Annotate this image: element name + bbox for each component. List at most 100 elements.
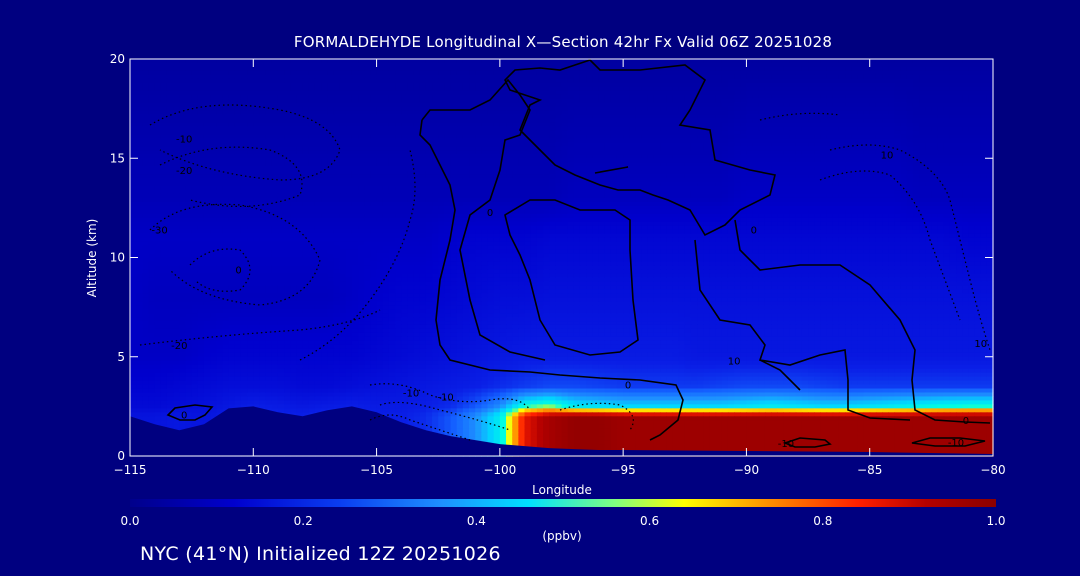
- heat-cell: [690, 62, 698, 68]
- heat-cell: [635, 178, 643, 183]
- heat-cell: [345, 193, 353, 199]
- heat-cell: [906, 62, 914, 68]
- heat-cell: [148, 90, 156, 96]
- heat-cell: [752, 154, 760, 159]
- heat-cell: [259, 106, 267, 112]
- heat-cell: [308, 190, 316, 195]
- heat-cell: [919, 193, 926, 199]
- heat-cell: [376, 78, 384, 84]
- heat-cell: [875, 138, 883, 143]
- heat-cell: [555, 74, 563, 80]
- heat-cell: [937, 130, 945, 136]
- heat-cell: [438, 134, 445, 139]
- heat-cell: [530, 150, 538, 155]
- heat-cell: [321, 102, 328, 108]
- heat-cell: [592, 126, 600, 132]
- heat-cell: [586, 82, 593, 88]
- heat-cell: [462, 197, 470, 203]
- heat-cell: [888, 62, 895, 68]
- heat-cell: [345, 174, 353, 179]
- heat-cell: [758, 150, 766, 155]
- heat-cell: [203, 182, 211, 187]
- heat-cell: [308, 106, 316, 112]
- heat-cell: [826, 146, 834, 151]
- heat-cell: [493, 82, 501, 88]
- heat-cell: [851, 114, 858, 120]
- heat-cell: [906, 98, 914, 104]
- heat-cell: [407, 197, 415, 203]
- heat-cell: [185, 82, 193, 88]
- heat-cell: [308, 178, 316, 183]
- heat-cell: [481, 90, 489, 96]
- heat-cell: [358, 178, 365, 183]
- heat-cell: [894, 74, 902, 80]
- heat-cell: [469, 86, 476, 92]
- heat-cell: [173, 86, 180, 92]
- heat-cell: [228, 158, 236, 163]
- heat-cell: [795, 138, 803, 143]
- heat-cell: [586, 162, 593, 167]
- heat-cell: [672, 178, 680, 183]
- heat-cell: [956, 174, 963, 179]
- heat-cell: [469, 146, 476, 151]
- heat-cell: [481, 130, 489, 136]
- heat-cell: [339, 74, 347, 80]
- heat-cell: [838, 102, 846, 108]
- heat-cell: [931, 142, 939, 147]
- heat-cell: [450, 150, 458, 155]
- heat-cell: [857, 134, 865, 139]
- heat-cell: [499, 59, 507, 64]
- heat-cell: [586, 150, 593, 155]
- heat-cell: [173, 102, 180, 108]
- heat-cell: [240, 158, 248, 163]
- heat-cell: [228, 130, 236, 136]
- heat-cell: [789, 66, 797, 72]
- heat-cell: [795, 142, 803, 147]
- heat-cell: [185, 118, 193, 124]
- heat-cell: [573, 110, 581, 116]
- heat-cell: [943, 90, 951, 96]
- heat-cell: [425, 166, 433, 171]
- heat-cell: [789, 166, 797, 171]
- heat-cell: [197, 70, 205, 76]
- heat-cell: [234, 182, 242, 187]
- heat-cell: [370, 126, 378, 132]
- heat-cell: [524, 130, 532, 136]
- heat-cell: [610, 102, 618, 108]
- heat-cell: [931, 74, 939, 80]
- heat-cell: [296, 118, 304, 124]
- heat-cell: [197, 193, 205, 199]
- heat-cell: [795, 86, 803, 92]
- heat-cell: [271, 158, 279, 163]
- heat-cell: [444, 90, 452, 96]
- heat-cell: [820, 193, 828, 199]
- heat-cell: [875, 74, 883, 80]
- heat-cell: [419, 62, 427, 68]
- heat-cell: [777, 126, 785, 132]
- heat-cell: [875, 193, 883, 199]
- heat-cell: [425, 126, 433, 132]
- heat-cell: [771, 66, 778, 72]
- heat-cell: [265, 130, 273, 136]
- heat-cell: [351, 94, 359, 100]
- heat-cell: [937, 193, 945, 199]
- heat-cell: [382, 59, 390, 64]
- heat-cell: [247, 118, 254, 124]
- heat-cell: [956, 162, 963, 167]
- heat-cell: [573, 98, 581, 104]
- heat-cell: [949, 98, 957, 104]
- heat-cell: [949, 162, 957, 167]
- heat-cell: [931, 59, 939, 64]
- heat-cell: [845, 150, 852, 155]
- heat-cell: [284, 98, 291, 104]
- heat-cell: [875, 86, 883, 92]
- heat-cell: [629, 114, 637, 120]
- heat-cell: [413, 142, 421, 147]
- heat-cell: [456, 126, 464, 132]
- heat-cell: [783, 166, 791, 171]
- heat-cell: [653, 166, 661, 171]
- heat-cell: [345, 122, 353, 128]
- heat-cell: [487, 110, 495, 116]
- heat-cell: [888, 106, 895, 112]
- heat-cell: [672, 74, 680, 80]
